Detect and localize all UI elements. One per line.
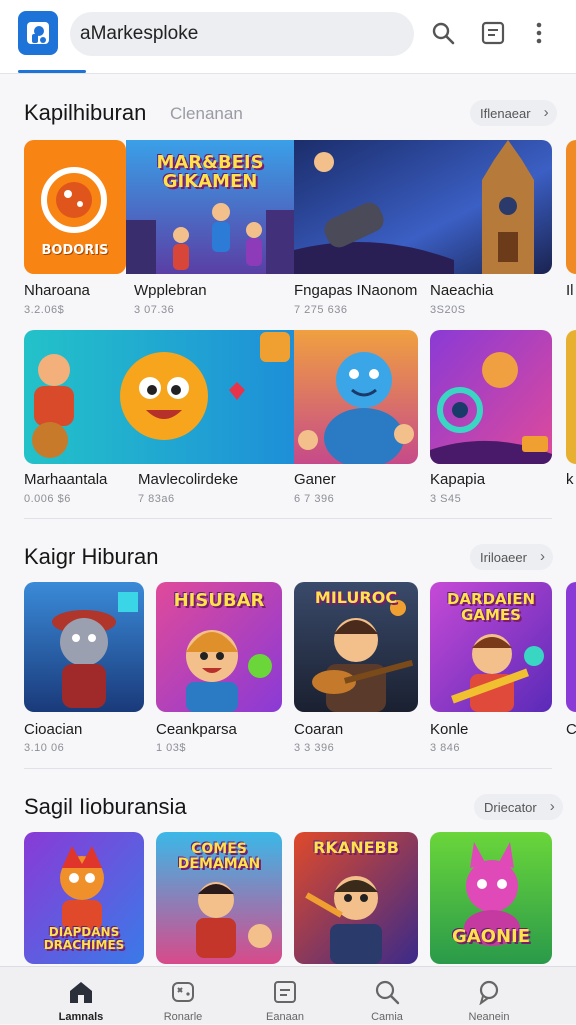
search-icon[interactable] — [428, 18, 458, 48]
tile-art-text: RKANEBB — [313, 838, 399, 857]
app-name: Konle — [430, 721, 469, 738]
search-input-text: aMarkesploke — [80, 23, 199, 44]
list-icon[interactable] — [478, 18, 508, 48]
gamepad-icon — [172, 982, 194, 1002]
section-kaigr-hiburan: Kaigr Hiburan Iriloaeer › HISUBAR MILURO… — [0, 530, 576, 770]
nav-item-chat[interactable]: Neanein — [434, 967, 544, 1025]
app-meta: 3 07.36 — [134, 304, 175, 316]
top-app-bar: aMarkesploke — [0, 0, 576, 74]
see-more-label: Driecator — [484, 799, 537, 815]
app-tile-partial[interactable] — [566, 140, 576, 274]
chevron-right-icon: › — [549, 798, 555, 815]
tile-art-text: MAR&BEIS GIKAMEN — [156, 152, 264, 192]
app-logo-icon[interactable] — [18, 11, 58, 55]
tile-art-text: DARDAIEN GAMES — [446, 590, 536, 624]
app-tile-gaonie[interactable]: GAONIE — [430, 832, 552, 964]
see-more-button[interactable]: Driecator › — [474, 794, 563, 820]
app-meta: 3.10 06 — [24, 742, 65, 754]
section-title: Kapilhiburan — [24, 100, 147, 125]
nav-item-search[interactable]: Camia — [332, 967, 442, 1025]
app-name: Nharoana — [24, 282, 90, 299]
nav-item-home[interactable]: Lamnals — [26, 967, 136, 1025]
app-meta: 3 3 396 — [294, 742, 335, 754]
nav-label: Camia — [371, 1011, 403, 1023]
app-tile-diapdans[interactable]: DIAPDANS DRACHIMES — [24, 832, 144, 964]
chat-icon — [479, 980, 499, 1005]
app-tile-ganer[interactable] — [294, 330, 418, 464]
section-title: Sagil Iioburansia — [24, 794, 187, 819]
app-tile-ceankparsa[interactable]: HISUBAR — [156, 582, 282, 712]
section-divider — [24, 768, 552, 769]
section-divider — [24, 518, 552, 519]
app-tile-wpplebran[interactable]: MAR&BEIS GIKAMEN — [126, 140, 294, 274]
section-subtitle: Clenanan — [170, 104, 243, 123]
app-name: Naeachia — [430, 282, 494, 299]
chevron-right-icon: › — [543, 104, 549, 121]
app-name: Marhaantala — [24, 471, 108, 488]
app-meta: 3 846 — [430, 742, 461, 754]
app-name: Coaran — [294, 721, 344, 738]
nav-label: Ronarle — [163, 1011, 203, 1023]
nav-item-apps[interactable]: Eanaan — [230, 967, 340, 1025]
app-name: Wpplebran — [134, 282, 207, 299]
app-tile-nharoana[interactable]: BODORIS — [24, 140, 126, 274]
tile-art-text: DIAPDANS DRACHIMES — [43, 925, 125, 952]
tile-art-text: GAONIE — [451, 926, 531, 947]
app-meta: 3 S45 — [430, 493, 462, 505]
app-meta: 6 7 396 — [294, 493, 335, 505]
app-tile-marhaantala[interactable] — [24, 330, 294, 464]
app-name: Ceankparsa — [156, 721, 237, 738]
app-name: C — [566, 721, 576, 738]
bottom-navigation: Lamnals Ronarle Eanaan Camia Neanein — [0, 966, 576, 1024]
app-meta: 0.006 $6 — [24, 493, 71, 505]
search-icon — [375, 980, 400, 1005]
tablet-icon — [274, 981, 296, 1003]
section-kapilhiburan: Kapilhiburan Clenanan Iflenaear › BODORI… — [0, 80, 576, 520]
app-tile-partial[interactable] — [566, 330, 576, 464]
app-name: Kapapia — [430, 471, 486, 488]
tile-art-text: BODORIS — [41, 243, 109, 258]
app-meta: 3.2.06$ — [24, 304, 65, 316]
app-tile-partial[interactable] — [566, 582, 576, 712]
app-name: Fngapas INaonom — [294, 282, 418, 299]
app-meta: 1 03$ — [156, 742, 187, 754]
nav-label: Lamnals — [58, 1011, 104, 1023]
app-meta: 7 275 636 — [294, 304, 348, 316]
more-vert-icon[interactable] — [524, 18, 554, 48]
app-name: k — [566, 471, 574, 488]
app-tile-kapapia[interactable] — [430, 330, 552, 464]
see-more-label: Iriloaeer — [480, 549, 527, 565]
see-more-label: Iflenaear — [480, 105, 531, 121]
nav-item-games[interactable]: Ronarle — [128, 967, 238, 1025]
search-input[interactable]: aMarkesploke — [70, 12, 414, 56]
app-name: Cioacian — [24, 721, 83, 738]
app-tile-rkanebb[interactable]: RKANEBB — [294, 832, 418, 964]
app-name: Ganer — [294, 471, 336, 488]
app-tile-fngapas[interactable] — [294, 140, 552, 274]
section-sagil-iioburansia: Sagil Iioburansia Driecator › DIAPDANS D… — [0, 780, 576, 966]
nav-label: Neanein — [468, 1011, 510, 1023]
section-title: Kaigr Hiburan — [24, 544, 159, 569]
app-meta: 3S20S — [430, 304, 466, 316]
tile-art-text: MILUROC — [314, 588, 398, 607]
chevron-right-icon: › — [539, 548, 545, 565]
tile-art-text: HISUBAR — [173, 590, 265, 611]
app-tile-cioacian[interactable] — [24, 582, 144, 712]
see-more-button[interactable]: Iriloaeer › — [470, 544, 553, 570]
app-tile-comes[interactable]: COMES DEMAMAN — [156, 832, 282, 964]
app-name: Mavlecolirdeke — [138, 471, 239, 488]
see-more-button[interactable]: Iflenaear › — [470, 100, 557, 126]
app-meta: 7 83a6 — [138, 493, 175, 505]
app-name: Il — [566, 282, 574, 299]
app-tile-coaran[interactable]: MILUROC — [294, 582, 418, 712]
active-tab-indicator — [18, 70, 86, 73]
nav-label: Eanaan — [266, 1011, 304, 1023]
home-icon — [70, 982, 92, 1003]
app-tile-konle[interactable]: DARDAIEN GAMES — [430, 582, 552, 712]
tile-art-text: COMES DEMAMAN — [177, 841, 261, 872]
